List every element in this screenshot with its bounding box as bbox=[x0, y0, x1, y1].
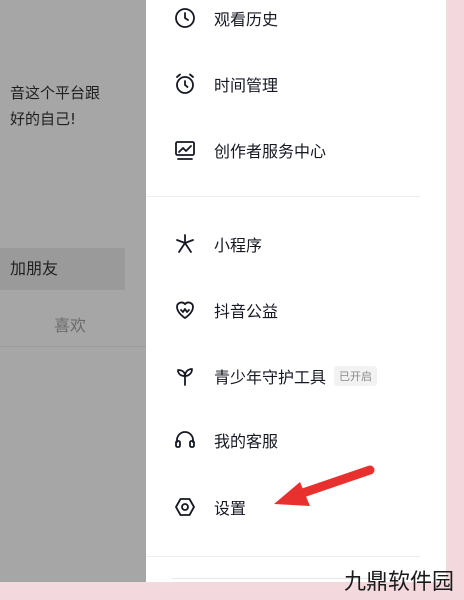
status-badge: 已开启 bbox=[334, 366, 378, 386]
menu-item-youth-protection[interactable]: 青少年守护工具 已开启 bbox=[172, 356, 378, 396]
menu-item-label: 设置 bbox=[214, 499, 247, 518]
tab-likes[interactable]: 喜欢 bbox=[54, 312, 86, 336]
sprout-icon bbox=[172, 363, 198, 389]
profile-bio: 音这个平台跟 好的自己! bbox=[10, 80, 146, 132]
add-friend-button[interactable]: 加朋友 bbox=[0, 248, 125, 290]
profile-background-pane[interactable]: 音这个平台跟 好的自己! 加朋友 喜欢 bbox=[0, 0, 146, 582]
settings-hexagon-icon bbox=[172, 494, 198, 520]
menu-item-creator-center[interactable]: 创作者服务中心 bbox=[172, 130, 326, 170]
alarm-clock-icon bbox=[172, 71, 198, 97]
menu-item-charity[interactable]: 抖音公益 bbox=[172, 290, 278, 330]
watermark-text: 九鼎软件园 bbox=[343, 570, 454, 595]
menu-item-label: 时间管理 bbox=[214, 76, 279, 95]
red-arrow-annotation bbox=[274, 465, 375, 506]
headset-icon bbox=[172, 427, 198, 453]
menu-item-watch-history[interactable]: 观看历史 bbox=[172, 0, 278, 38]
menu-item-label: 创作者服务中心 bbox=[214, 142, 327, 161]
phone-screen: 音这个平台跟 好的自己! 加朋友 喜欢 观看历史 时间管理 创作者服务中心 小程… bbox=[0, 0, 446, 582]
menu-item-label: 我的客服 bbox=[214, 432, 279, 451]
menu-item-label: 青少年守护工具 bbox=[214, 368, 327, 387]
tab-divider bbox=[0, 346, 146, 347]
menu-section-divider bbox=[146, 196, 420, 197]
menu-section-divider bbox=[146, 556, 420, 557]
menu-item-label: 小程序 bbox=[214, 236, 263, 255]
menu-item-mini-programs[interactable]: 小程序 bbox=[172, 224, 262, 264]
asterisk-icon bbox=[172, 231, 198, 257]
history-icon bbox=[172, 5, 198, 31]
menu-item-settings[interactable]: 设置 bbox=[172, 487, 246, 527]
menu-item-time-management[interactable]: 时间管理 bbox=[172, 64, 278, 104]
profile-bio-line: 音这个平台跟 bbox=[10, 84, 101, 102]
heart-charity-icon bbox=[172, 297, 198, 323]
chart-monitor-icon bbox=[172, 137, 198, 163]
profile-bio-line: 好的自己! bbox=[10, 110, 77, 128]
menu-item-customer-service[interactable]: 我的客服 bbox=[172, 420, 278, 460]
menu-item-label: 抖音公益 bbox=[214, 302, 279, 321]
menu-item-label: 观看历史 bbox=[214, 10, 279, 29]
